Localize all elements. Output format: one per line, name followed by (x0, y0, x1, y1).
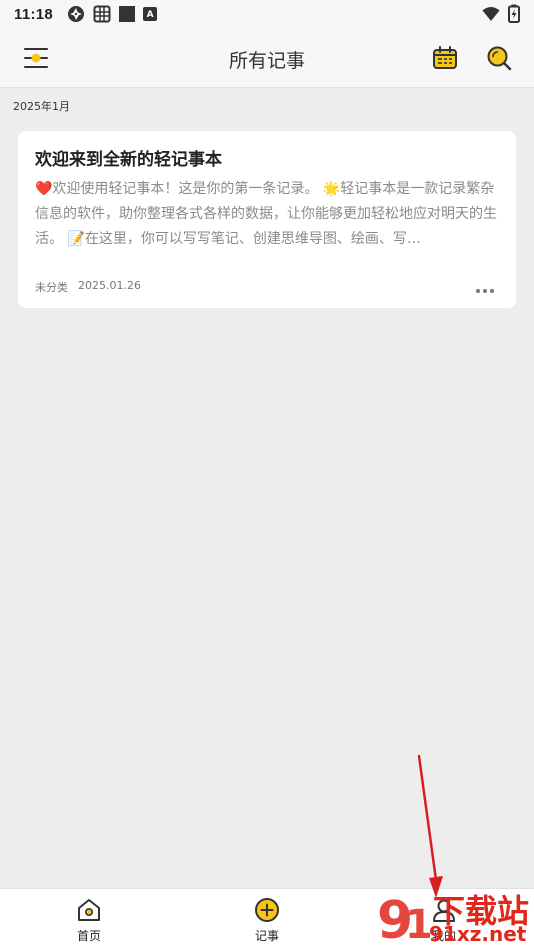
wifi-icon (482, 6, 500, 21)
note-date: 2025.01.26 (78, 279, 141, 292)
a-icon: A (143, 7, 158, 21)
sim-icon (93, 5, 111, 23)
more-dots-icon[interactable] (476, 278, 502, 293)
search-icon[interactable] (485, 44, 513, 72)
note-title: 欢迎来到全新的轻记事本 (35, 150, 222, 170)
watermark-logo: 9 1 (377, 891, 433, 946)
status-icons-left: A (67, 5, 158, 23)
nav-item-home[interactable]: 首页 (59, 897, 119, 944)
vpn-icon (68, 6, 85, 22)
status-time: 11:18 (14, 5, 54, 23)
nav-label-home: 首页 (76, 929, 101, 943)
calendar-icon[interactable] (431, 44, 459, 72)
square-icon (119, 6, 136, 22)
battery-charging-icon (508, 4, 520, 23)
watermark-text-bottom: 91xz.net (429, 922, 527, 946)
status-icons-right (482, 4, 520, 23)
nav-label-notes: 记事 (254, 929, 279, 943)
app-bar: 所有记事 (0, 28, 534, 88)
watermark: 9 1 下载站 91xz.net (375, 884, 534, 950)
note-category: 未分类 (35, 281, 68, 294)
section-header-month: 2025年1月 (13, 100, 70, 113)
home-icon (78, 899, 100, 921)
add-circle-icon (255, 898, 279, 922)
status-bar: 11:18 A (0, 0, 534, 28)
nav-item-notes[interactable]: 记事 (237, 897, 297, 944)
note-preview: ❤️欢迎使用轻记事本！这是你的第一条记录。 🌟轻记事本是一款记录繁杂信息的软件，… (35, 181, 497, 247)
note-card[interactable]: 欢迎来到全新的轻记事本 ❤️欢迎使用轻记事本！这是你的第一条记录。 🌟轻记事本是… (18, 131, 516, 308)
